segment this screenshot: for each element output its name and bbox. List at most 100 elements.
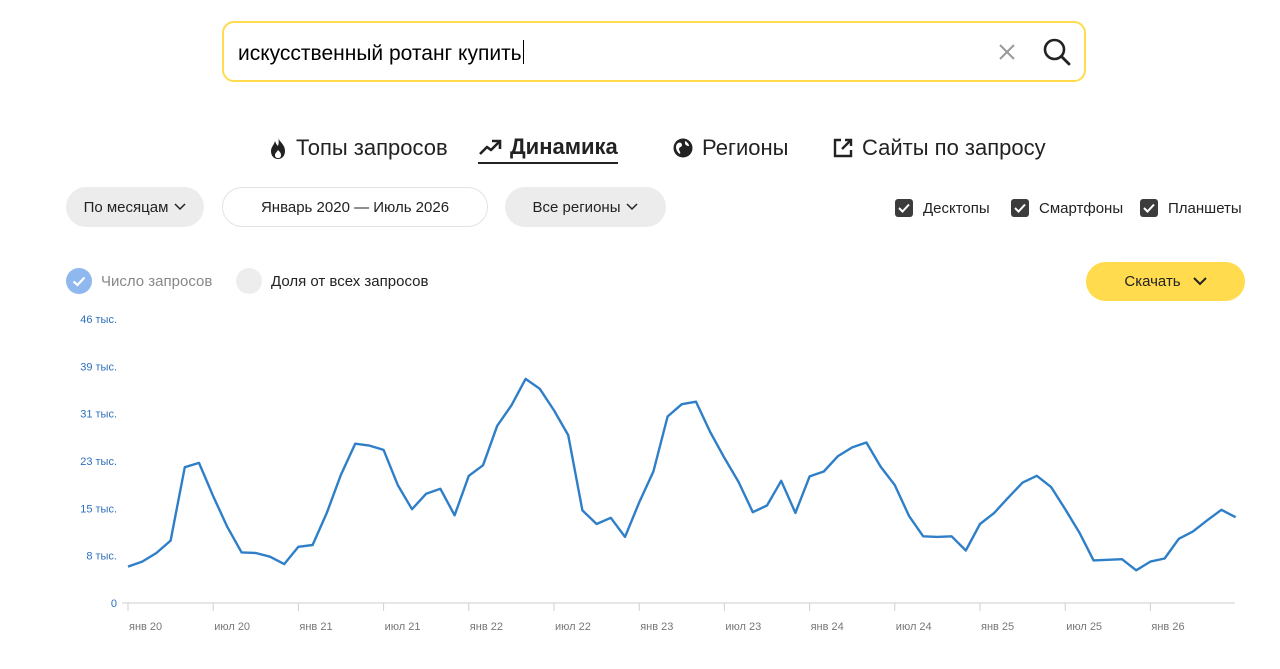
data-point[interactable] [522,375,530,383]
checkbox-desktop[interactable]: Десктопы [895,199,990,217]
data-point[interactable] [451,511,459,519]
chevron-down-icon [174,203,186,211]
data-point[interactable] [436,485,444,493]
search-input[interactable]: искусственный ротанг купить [238,40,524,66]
search-icon[interactable] [1042,37,1072,67]
data-point[interactable] [593,520,601,528]
data-point[interactable] [862,439,870,447]
tab-sites[interactable]: Сайты по запросу [832,132,1046,164]
data-point[interactable] [962,547,970,555]
data-point[interactable] [720,454,728,462]
data-point[interactable] [507,401,515,409]
data-point[interactable] [323,509,331,517]
radio-share[interactable]: Доля от всех запросов [236,268,428,294]
data-point[interactable] [905,512,913,520]
data-point[interactable] [834,452,842,460]
data-point[interactable] [209,492,217,500]
data-point[interactable] [1132,566,1140,574]
data-point[interactable] [1104,556,1112,564]
data-point[interactable] [1090,556,1098,564]
checkbox-label: Планшеты [1168,199,1242,217]
data-point[interactable] [635,498,643,506]
data-point[interactable] [536,385,544,393]
data-point[interactable] [990,509,998,517]
data-point[interactable] [1033,472,1041,480]
data-point[interactable] [422,490,430,498]
search-box[interactable]: искусственный ротанг купить [222,21,1086,82]
data-point[interactable] [1175,535,1183,543]
data-point[interactable] [1061,505,1069,513]
data-point[interactable] [607,514,615,522]
download-button[interactable]: Скачать [1086,262,1245,301]
checkbox-smartphones[interactable]: Смартфоны [1011,199,1123,217]
data-point[interactable] [1189,527,1197,535]
checkbox-tablets[interactable]: Планшеты [1140,199,1242,217]
data-point[interactable] [948,532,956,540]
data-point[interactable] [621,533,629,541]
data-point[interactable] [1019,479,1027,487]
data-point[interactable] [891,481,899,489]
data-point[interactable] [649,468,657,476]
data-point[interactable] [1146,558,1154,566]
data-point[interactable] [124,563,132,571]
data-point[interactable] [1118,555,1126,563]
data-point[interactable] [408,505,416,513]
data-point[interactable] [1232,513,1240,521]
data-point[interactable] [266,553,274,561]
data-point[interactable] [1047,483,1055,491]
data-point[interactable] [749,508,757,516]
radio-query-count[interactable]: Число запросов [66,268,212,294]
data-point[interactable] [735,478,743,486]
data-point[interactable] [1004,493,1012,501]
data-point[interactable] [564,431,572,439]
data-point[interactable] [678,400,686,408]
data-point[interactable] [479,461,487,469]
period-select[interactable]: По месяцам [66,187,204,227]
data-point[interactable] [848,443,856,451]
clear-icon[interactable] [996,41,1018,63]
data-point[interactable] [820,468,828,476]
data-point[interactable] [167,537,175,545]
data-point[interactable] [1075,529,1083,537]
data-point[interactable] [309,541,317,549]
date-range-picker[interactable]: Январь 2020 — Июль 2026 [222,187,488,227]
data-point[interactable] [152,549,160,557]
data-point[interactable] [280,560,288,568]
data-point[interactable] [365,442,373,450]
data-point[interactable] [1217,506,1225,514]
tab-dynamics[interactable]: Динамика [478,132,618,164]
data-point[interactable] [578,506,586,514]
radio-unchecked-icon [236,268,262,294]
data-point[interactable] [337,471,345,479]
x-tick-label: янв 20 [129,621,162,633]
data-point[interactable] [465,472,473,480]
data-point[interactable] [976,520,984,528]
data-point[interactable] [777,477,785,485]
data-point[interactable] [351,440,359,448]
data-point[interactable] [1161,555,1169,563]
data-point[interactable] [877,463,885,471]
data-point[interactable] [919,532,927,540]
data-point[interactable] [791,509,799,517]
region-select[interactable]: Все регионы [505,187,666,227]
data-point[interactable] [493,422,501,430]
data-point[interactable] [806,472,814,480]
data-point[interactable] [294,543,302,551]
data-point[interactable] [664,413,672,421]
data-point[interactable] [933,533,941,541]
data-point[interactable] [238,548,246,556]
tab-regions[interactable]: Регионы [672,132,788,164]
data-point[interactable] [380,446,388,454]
data-point[interactable] [550,406,558,414]
tab-top-queries[interactable]: Топы запросов [268,132,448,164]
data-point[interactable] [692,398,700,406]
data-point[interactable] [1203,516,1211,524]
data-point[interactable] [223,523,231,531]
data-point[interactable] [138,558,146,566]
data-point[interactable] [252,549,260,557]
data-point[interactable] [706,428,714,436]
data-point[interactable] [394,481,402,489]
data-point[interactable] [181,463,189,471]
data-point[interactable] [763,502,771,510]
data-point[interactable] [195,459,203,467]
